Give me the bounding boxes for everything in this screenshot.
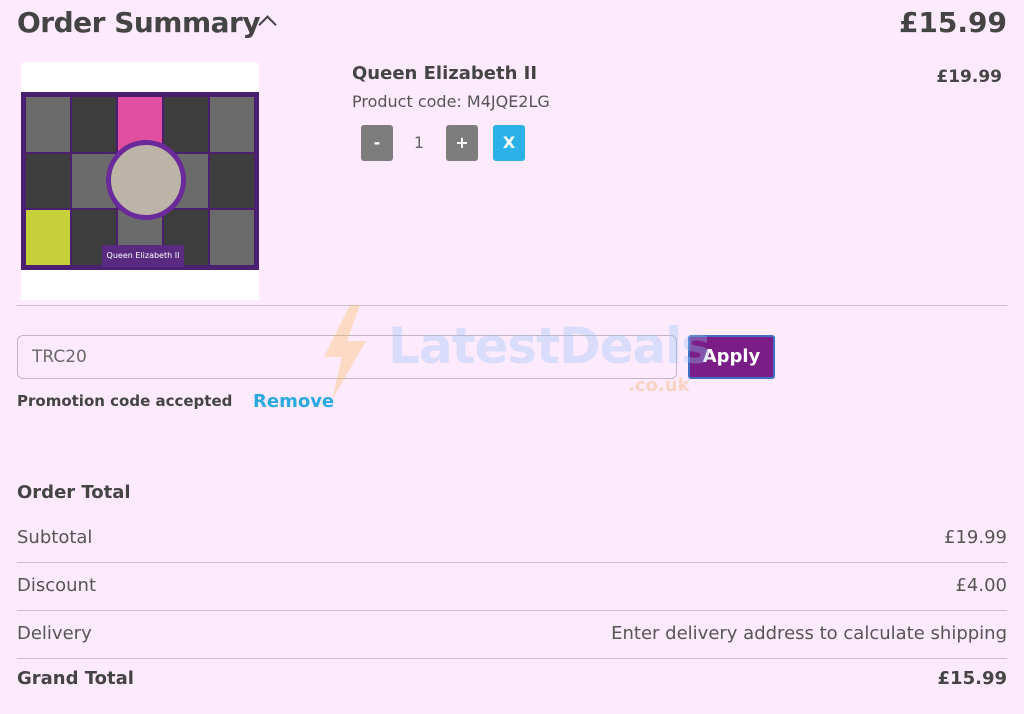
subtotal-row: Subtotal £19.99	[17, 515, 1007, 563]
promo-accepted-message: Promotion code accepted	[17, 392, 233, 410]
increase-quantity-button[interactable]: +	[446, 125, 478, 161]
delivery-label: Delivery	[17, 623, 92, 644]
product-name: Queen Elizabeth II	[352, 63, 538, 84]
promo-code-input[interactable]	[17, 335, 677, 379]
remove-promo-link[interactable]: Remove	[253, 391, 334, 412]
grand-total-value: £15.99	[937, 668, 1007, 689]
collage-center-portrait	[106, 140, 186, 220]
product-price: £19.99	[936, 67, 1002, 87]
grand-total-row: Grand Total £15.99	[17, 659, 1007, 707]
grand-total-label: Grand Total	[17, 668, 134, 689]
photo-collage: Queen Elizabeth II	[21, 92, 259, 270]
discount-value: £4.00	[955, 575, 1007, 596]
subtotal-label: Subtotal	[17, 527, 93, 548]
delivery-value: Enter delivery address to calculate ship…	[611, 623, 1007, 644]
product-code: Product code: M4JQE2LG	[352, 92, 550, 111]
collage-caption: Queen Elizabeth II	[102, 245, 184, 267]
remove-item-button[interactable]: X	[493, 125, 525, 161]
decrease-quantity-button[interactable]: -	[361, 125, 393, 161]
order-summary-header[interactable]: Order Summary £15.99	[17, 4, 1007, 44]
quantity-value: 1	[413, 133, 425, 152]
order-summary-title: Order Summary	[17, 6, 261, 39]
order-total-heading: Order Total	[17, 482, 131, 503]
chevron-up-icon[interactable]	[258, 15, 277, 34]
header-total: £15.99	[898, 6, 1007, 39]
product-image: Queen Elizabeth II	[21, 62, 259, 300]
discount-label: Discount	[17, 575, 97, 596]
subtotal-value: £19.99	[944, 527, 1007, 548]
apply-button[interactable]: Apply	[688, 335, 775, 379]
divider	[17, 305, 1007, 306]
delivery-row: Delivery Enter delivery address to calcu…	[17, 611, 1007, 659]
discount-row: Discount £4.00	[17, 563, 1007, 611]
